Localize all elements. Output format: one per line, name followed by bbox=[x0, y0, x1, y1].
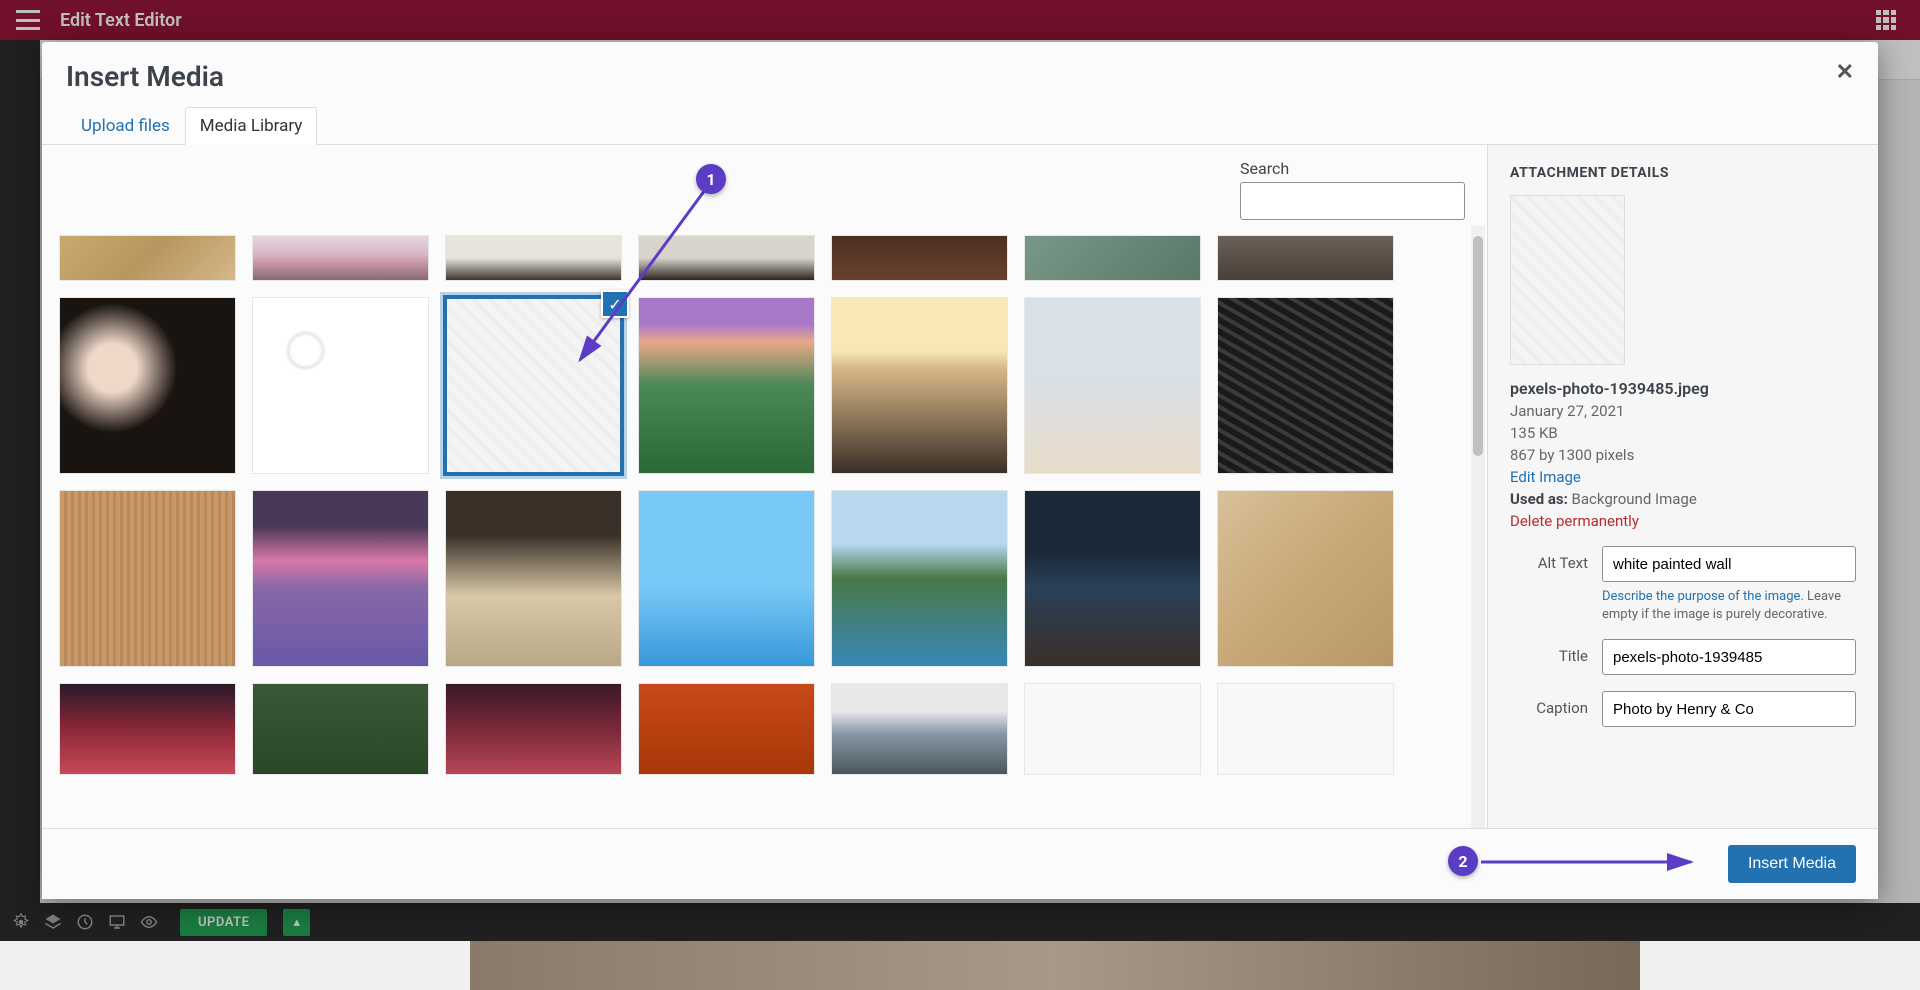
media-thumb[interactable] bbox=[1218, 298, 1393, 473]
alt-text-field: Alt Text Describe the purpose of the ima… bbox=[1510, 546, 1856, 623]
caption-field: Caption bbox=[1510, 691, 1856, 727]
media-thumb[interactable] bbox=[253, 298, 428, 473]
media-thumb[interactable] bbox=[832, 236, 1007, 280]
media-thumb[interactable] bbox=[1025, 491, 1200, 666]
tab-media-library[interactable]: Media Library bbox=[185, 107, 318, 145]
media-thumb[interactable] bbox=[832, 491, 1007, 666]
used-as-line: Used as: Background Image bbox=[1510, 490, 1856, 508]
title-field: Title bbox=[1510, 639, 1856, 675]
media-thumb[interactable] bbox=[1218, 236, 1393, 280]
media-thumb-selected[interactable]: ✓ bbox=[446, 298, 621, 473]
modal-tabs: Upload files Media Library bbox=[42, 93, 1878, 145]
caption-label: Caption bbox=[1510, 691, 1602, 717]
media-thumb[interactable] bbox=[832, 298, 1007, 473]
search-label: Search bbox=[1240, 159, 1289, 178]
media-thumb[interactable] bbox=[253, 491, 428, 666]
sidebar-heading: ATTACHMENT DETAILS bbox=[1510, 165, 1856, 181]
attachment-date: January 27, 2021 bbox=[1510, 402, 1856, 420]
edit-image-link[interactable]: Edit Image bbox=[1510, 468, 1856, 486]
scrollbar-track[interactable] bbox=[1471, 226, 1485, 828]
modal-title: Insert Media bbox=[66, 60, 1854, 93]
media-thumb[interactable] bbox=[639, 298, 814, 473]
title-label: Title bbox=[1510, 639, 1602, 665]
media-thumb[interactable] bbox=[1218, 684, 1393, 774]
attachment-size: 135 KB bbox=[1510, 424, 1856, 442]
search-input[interactable] bbox=[1240, 182, 1465, 220]
media-thumb[interactable] bbox=[60, 684, 235, 774]
media-main: Search ✓ bbox=[42, 145, 1488, 828]
alt-text-label: Alt Text bbox=[1510, 546, 1602, 572]
media-thumb[interactable] bbox=[60, 298, 235, 473]
media-thumb[interactable] bbox=[60, 236, 235, 280]
media-thumb[interactable] bbox=[639, 236, 814, 280]
media-thumb[interactable] bbox=[639, 491, 814, 666]
insert-media-modal: Insert Media ✕ Upload files Media Librar… bbox=[42, 42, 1878, 899]
attachment-filename: pexels-photo-1939485.jpeg bbox=[1510, 379, 1856, 398]
check-icon: ✓ bbox=[601, 290, 629, 318]
insert-media-button[interactable]: Insert Media bbox=[1728, 845, 1856, 883]
modal-header: Insert Media ✕ bbox=[42, 42, 1878, 93]
alt-help-link[interactable]: Describe the purpose of the image bbox=[1602, 589, 1800, 604]
media-thumb[interactable] bbox=[1218, 491, 1393, 666]
media-thumb[interactable] bbox=[253, 684, 428, 774]
delete-permanently-link[interactable]: Delete permanently bbox=[1510, 512, 1856, 530]
media-thumb[interactable] bbox=[1025, 298, 1200, 473]
scrollbar-thumb[interactable] bbox=[1473, 236, 1483, 456]
close-icon[interactable]: ✕ bbox=[1836, 60, 1854, 85]
annotation-bubble-1: 1 bbox=[696, 164, 726, 194]
media-thumb[interactable] bbox=[1025, 236, 1200, 280]
alt-text-input[interactable] bbox=[1602, 546, 1856, 582]
media-thumb[interactable] bbox=[60, 491, 235, 666]
search-row: Search bbox=[42, 145, 1487, 226]
modal-footer: Insert Media bbox=[42, 828, 1878, 899]
media-thumb[interactable] bbox=[639, 684, 814, 774]
tab-upload-files[interactable]: Upload files bbox=[66, 107, 185, 144]
media-thumb[interactable] bbox=[446, 491, 621, 666]
media-thumb[interactable] bbox=[446, 236, 621, 280]
attachment-details-sidebar: ATTACHMENT DETAILS pexels-photo-1939485.… bbox=[1488, 145, 1878, 828]
media-thumb[interactable] bbox=[832, 684, 1007, 774]
media-thumb[interactable] bbox=[253, 236, 428, 280]
attachment-preview bbox=[1510, 195, 1625, 365]
media-thumb[interactable] bbox=[446, 684, 621, 774]
modal-body: Search ✓ bbox=[42, 145, 1878, 828]
media-grid[interactable]: ✓ bbox=[42, 226, 1487, 828]
alt-text-help: Describe the purpose of the image. Leave… bbox=[1602, 588, 1856, 623]
attachment-dimensions: 867 by 1300 pixels bbox=[1510, 446, 1856, 464]
title-input[interactable] bbox=[1602, 639, 1856, 675]
annotation-bubble-2: 2 bbox=[1448, 846, 1478, 876]
caption-input[interactable] bbox=[1602, 691, 1856, 727]
media-thumb[interactable] bbox=[1025, 684, 1200, 774]
